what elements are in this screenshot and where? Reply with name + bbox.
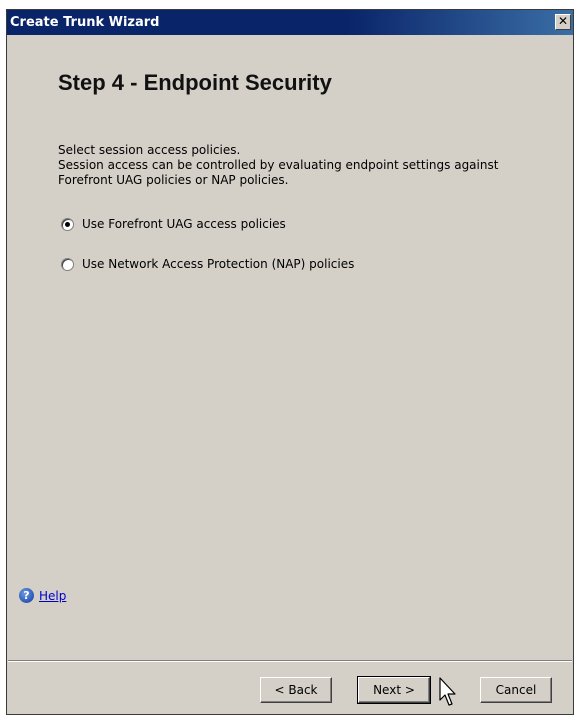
help-link[interactable]: Help xyxy=(39,589,66,603)
radio-option-uag[interactable]: Use Forefront UAG access policies xyxy=(61,217,286,231)
back-button[interactable]: < Back xyxy=(260,677,332,703)
close-button[interactable]: ✕ xyxy=(555,14,571,30)
title-bar[interactable]: Create Trunk Wizard ✕ xyxy=(7,10,573,35)
radio-label-nap[interactable]: Use Network Access Protection (NAP) poli… xyxy=(82,257,354,271)
next-button[interactable]: Next > xyxy=(357,676,431,704)
help-icon[interactable]: ? xyxy=(19,588,34,603)
wizard-window: Create Trunk Wizard ✕ Step 4 - Endpoint … xyxy=(6,9,574,715)
footer-divider xyxy=(8,660,572,662)
description-line-2: Session access can be controlled by eval… xyxy=(58,158,499,172)
page-title: Step 4 - Endpoint Security xyxy=(58,70,332,95)
description: Select session access policies. Session … xyxy=(58,143,538,188)
close-icon: ✕ xyxy=(557,14,569,28)
window-title: Create Trunk Wizard xyxy=(10,15,160,30)
radio-button-uag[interactable] xyxy=(61,217,74,231)
description-line-3: Forefront UAG policies or NAP policies. xyxy=(58,173,289,187)
description-line-1: Select session access policies. xyxy=(58,143,241,157)
cancel-button[interactable]: Cancel xyxy=(480,677,552,703)
help-link-group[interactable]: ? Help xyxy=(19,588,66,603)
radio-label-uag[interactable]: Use Forefront UAG access policies xyxy=(82,217,286,231)
radio-option-nap[interactable]: Use Network Access Protection (NAP) poli… xyxy=(61,257,354,271)
mouse-cursor-icon xyxy=(439,677,456,706)
radio-button-nap[interactable] xyxy=(61,257,74,271)
